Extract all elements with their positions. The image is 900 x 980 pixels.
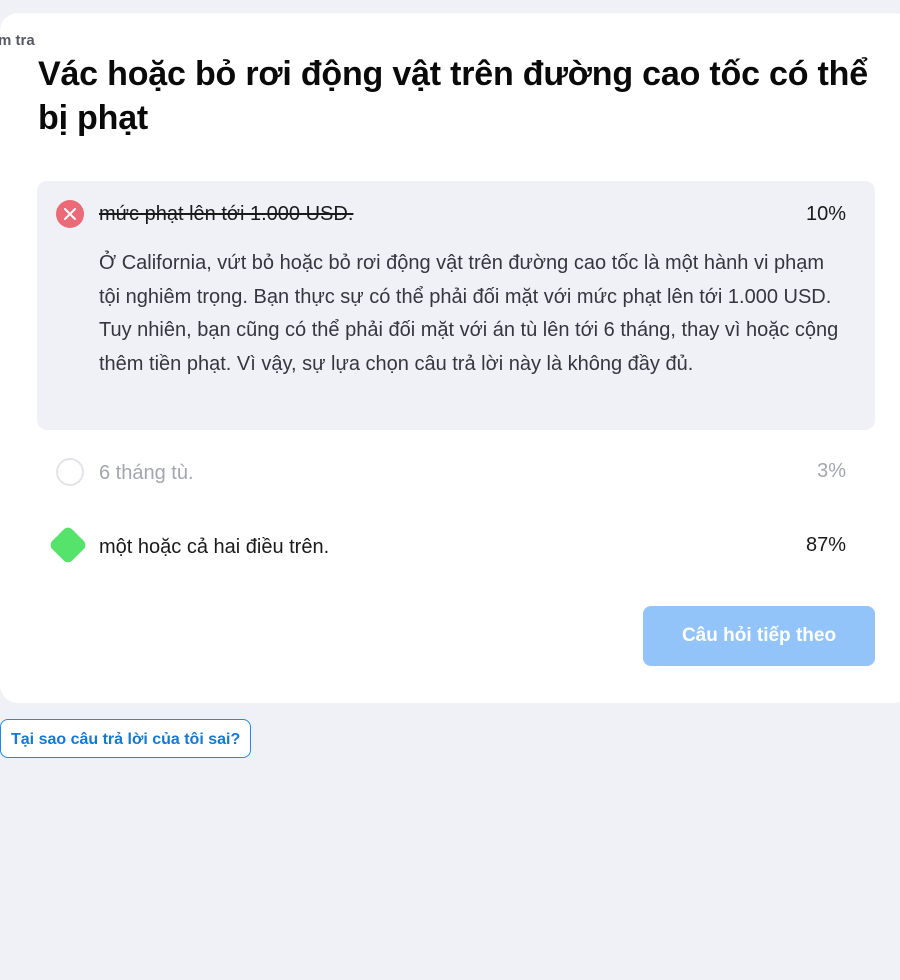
answer-explanation: Ở California, vứt bỏ hoặc bỏ rơi động vậ… xyxy=(99,252,839,375)
answer-percent-3: 87% xyxy=(805,534,846,556)
answer-option-3[interactable]: một hoặc cả hai điều trên. xyxy=(99,536,329,559)
answer-percent-2: 3% xyxy=(817,460,846,482)
answer-option-2[interactable]: 6 tháng tù. xyxy=(99,462,194,485)
answer-text: mức phạt lên tới 1.000 USD. xyxy=(99,203,354,225)
question-title: Vác hoặc bỏ rơi động vật trên đường cao … xyxy=(38,55,868,137)
breadcrumb: m tra xyxy=(0,32,35,49)
next-question-button[interactable]: Câu hỏi tiếp theo xyxy=(643,606,875,666)
why-wrong-button[interactable]: Tại sao câu trả lời của tôi sai? xyxy=(0,719,252,758)
wrong-x-icon xyxy=(56,200,84,228)
answer-option-1[interactable]: mức phạt lên tới 1.000 USD. 10% Ở Califo… xyxy=(37,181,875,430)
answer-percent: 10% xyxy=(805,203,846,225)
radio-empty-icon xyxy=(56,458,84,486)
